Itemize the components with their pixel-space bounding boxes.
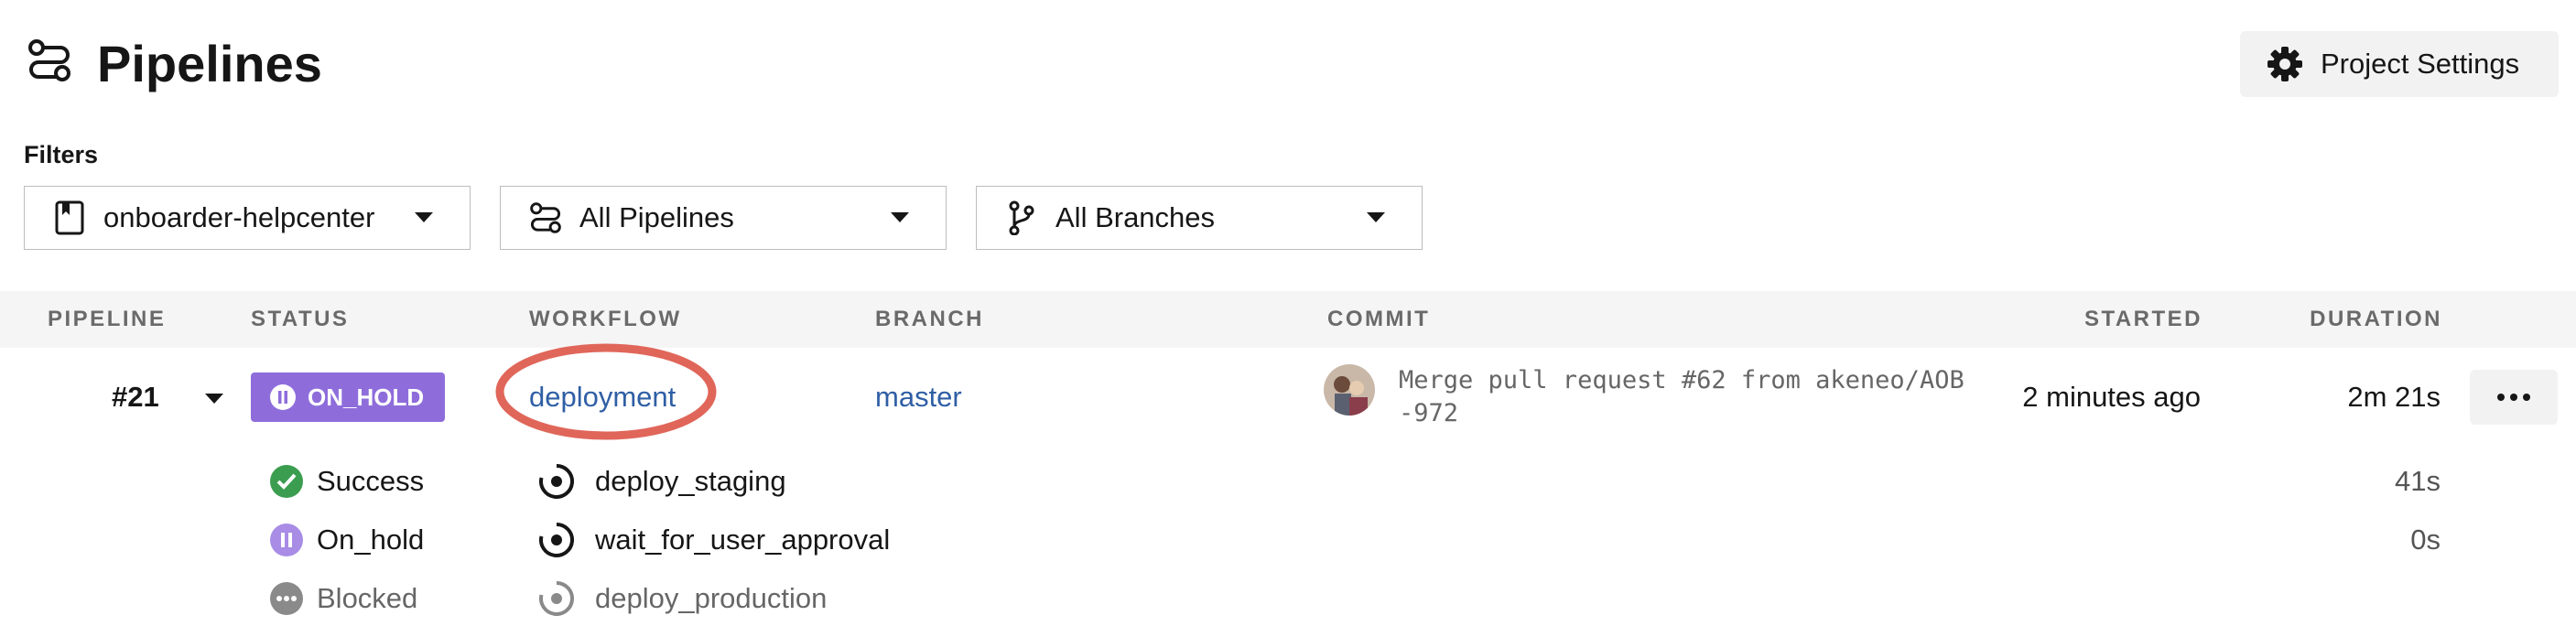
pipelines-icon — [26, 37, 73, 84]
commit-message[interactable]: Merge pull request #62 from akeneo/AOB-9… — [1399, 364, 1966, 430]
success-icon — [269, 464, 304, 499]
column-header-pipeline: PIPELINE — [48, 307, 167, 331]
pipelines-icon — [528, 200, 563, 235]
branch-icon — [1004, 200, 1039, 235]
project-filter-value: onboarder-helpcenter — [103, 201, 375, 233]
pipeline-duration: 2m 21s — [2347, 381, 2441, 413]
job-status-label: On_hold — [317, 524, 425, 556]
job-name-link[interactable]: wait_for_user_approval — [595, 522, 890, 558]
job-icon — [538, 522, 575, 558]
project-settings-label: Project Settings — [2321, 48, 2520, 80]
job-icon — [538, 463, 575, 500]
blocked-icon — [269, 581, 304, 616]
job-icon — [538, 580, 575, 617]
chevron-down-icon — [1367, 212, 1385, 222]
job-name-link[interactable]: deploy_staging — [595, 463, 786, 500]
gear-icon — [2266, 45, 2304, 83]
filters-label: Filters — [24, 141, 99, 168]
pipelines-filter-value: All Pipelines — [579, 201, 734, 233]
branches-filter-value: All Branches — [1055, 201, 1216, 233]
job-status-label: Success — [317, 465, 425, 497]
chevron-down-icon — [415, 212, 433, 222]
job-name-link[interactable]: deploy_production — [595, 580, 827, 617]
column-header-status: STATUS — [251, 307, 350, 331]
column-header-branch: BRANCH — [875, 307, 984, 331]
page-title: Pipelines — [97, 35, 322, 92]
avatar[interactable] — [1324, 364, 1375, 416]
more-actions-button[interactable] — [2470, 370, 2558, 425]
job-duration: 41s — [2395, 465, 2441, 497]
started-time: 2 minutes ago — [2022, 381, 2201, 413]
workflow-link[interactable]: deployment — [529, 379, 676, 416]
on-hold-icon — [269, 523, 304, 557]
bookmark-icon — [52, 200, 87, 235]
branches-filter-dropdown[interactable]: All Branches — [976, 186, 1423, 250]
status-badge-label: ON_HOLD — [308, 383, 425, 411]
status-badge[interactable]: ON_HOLD — [251, 372, 445, 422]
column-header-duration: DURATION — [2310, 307, 2442, 331]
pipelines-filter-dropdown[interactable]: All Pipelines — [500, 186, 947, 250]
column-header-started: STARTED — [2084, 307, 2203, 331]
column-header-workflow: WORKFLOW — [529, 307, 682, 331]
column-header-commit: COMMIT — [1327, 307, 1431, 331]
job-status-label: Blocked — [317, 582, 418, 614]
expand-chevron-icon[interactable] — [205, 394, 223, 404]
job-duration: 0s — [2410, 524, 2441, 556]
project-settings-button[interactable]: Project Settings — [2240, 31, 2559, 97]
branch-link[interactable]: master — [875, 379, 962, 416]
more-icon — [2495, 393, 2532, 402]
pause-icon — [269, 383, 297, 411]
project-filter-dropdown[interactable]: onboarder-helpcenter — [24, 186, 471, 250]
pipeline-number[interactable]: #21 — [112, 379, 159, 416]
chevron-down-icon — [891, 212, 909, 222]
